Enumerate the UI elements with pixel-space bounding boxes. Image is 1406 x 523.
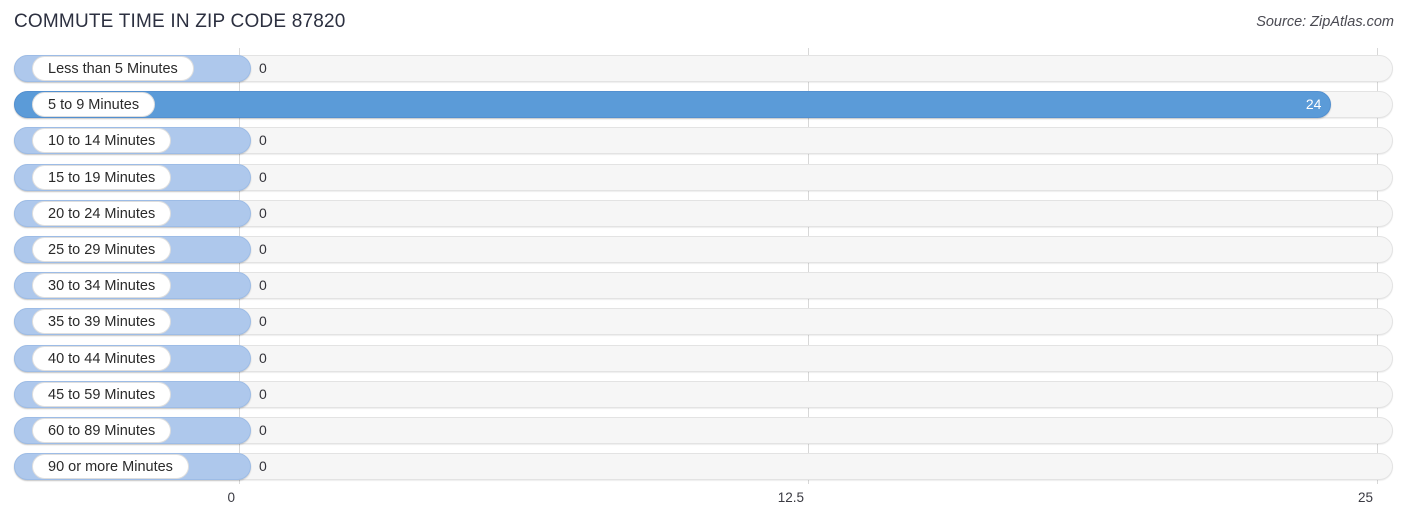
bar-value-label: 0 xyxy=(259,458,267,475)
bar-category-label: 45 to 59 Minutes xyxy=(32,381,172,407)
x-axis-tick-label: 25 xyxy=(1357,490,1373,505)
bar-value-label: 0 xyxy=(259,241,267,257)
chart-plot-area: Less than 5 Minutes 0 5 to 9 Minutes 24 10 t… xyxy=(0,46,1406,486)
bar-value-label: 0 xyxy=(259,313,267,330)
bar-category-label: 90 or more Minutes xyxy=(32,454,189,480)
bar-fill xyxy=(14,91,1332,119)
bar-category-label: 20 to 24 Minutes xyxy=(32,200,172,226)
bar-row: 30 to 34 Minutes 0 xyxy=(14,272,1393,300)
bar-row: 5 to 9 Minutes 24 xyxy=(14,91,1393,119)
bar-value-label: 0 xyxy=(259,349,267,366)
x-axis-tick-label: 0 xyxy=(227,490,235,505)
bar-category-label: 25 to 29 Minutes xyxy=(32,237,172,262)
bar-value-label: 24 xyxy=(1305,96,1322,113)
bar-row: 60 to 89 Minutes 0 xyxy=(14,417,1393,444)
page-title: COMMUTE TIME IN ZIP CODE 87820 xyxy=(14,11,346,32)
x-axis-tick-label: 12.5 xyxy=(777,490,804,505)
bar-category-label: 5 to 9 Minutes xyxy=(32,92,156,118)
bar-rows: Less than 5 Minutes 0 5 to 9 Minutes 24 10 t… xyxy=(0,46,1406,486)
bar-row: 20 to 24 Minutes 0 xyxy=(14,199,1393,227)
bar-row: 90 or more Minutes 0 xyxy=(14,453,1393,481)
bar-value-label: 0 xyxy=(259,168,267,185)
bar-row: 35 to 39 Minutes 0 xyxy=(14,308,1393,336)
bar-row: 25 to 29 Minutes 0 xyxy=(14,236,1393,263)
bar-category-label: 40 to 44 Minutes xyxy=(32,345,172,371)
bar-category-label: 10 to 14 Minutes xyxy=(32,128,172,154)
bar-value-label: 0 xyxy=(259,385,267,402)
bar-row: 10 to 14 Minutes 0 xyxy=(14,127,1393,155)
x-axis: 0 12.5 25 xyxy=(0,486,1406,523)
bar-row: 45 to 59 Minutes 0 xyxy=(14,380,1393,408)
bar-value-label: 0 xyxy=(259,204,267,221)
bar-value-label: 0 xyxy=(259,277,267,294)
bar-row: 40 to 44 Minutes 0 xyxy=(14,344,1393,372)
bar-value-label: 0 xyxy=(259,422,267,438)
source-attribution: Source: ZipAtlas.com xyxy=(1256,14,1394,30)
bar-category-label: 30 to 34 Minutes xyxy=(32,273,172,299)
bar-category-label: 60 to 89 Minutes xyxy=(32,418,172,443)
bar-category-label: 35 to 39 Minutes xyxy=(32,309,172,335)
bar-row: Less than 5 Minutes 0 xyxy=(14,55,1393,82)
bar-row: 15 to 19 Minutes 0 xyxy=(14,163,1393,191)
bar-category-label: Less than 5 Minutes xyxy=(32,56,194,81)
bar-category-label: 15 to 19 Minutes xyxy=(32,164,172,190)
bar-value-label: 0 xyxy=(259,132,267,149)
chart-header: COMMUTE TIME IN ZIP CODE 87820 Source: Z… xyxy=(0,0,1406,46)
bar-value-label: 0 xyxy=(259,60,267,76)
